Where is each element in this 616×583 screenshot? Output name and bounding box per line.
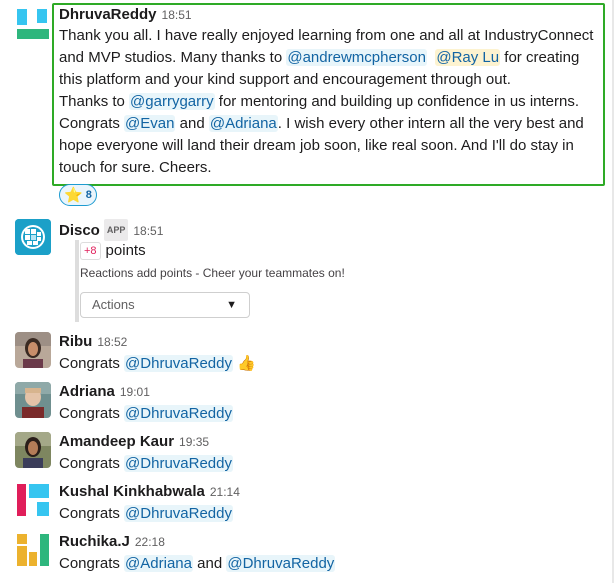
author-name[interactable]: Ribu xyxy=(59,333,92,350)
timestamp[interactable]: 22:18 xyxy=(135,535,165,549)
timestamp[interactable]: 18:52 xyxy=(97,335,127,349)
timestamp[interactable]: 19:35 xyxy=(179,435,209,449)
avatar[interactable] xyxy=(15,382,51,418)
avatar[interactable] xyxy=(15,219,51,255)
message-text: Congrats @DhruvaReddy xyxy=(59,405,233,422)
points-label: points xyxy=(105,242,146,259)
mention-garrygarry[interactable]: @garrygarry xyxy=(129,93,215,110)
reaction-star[interactable]: ⭐ 8 xyxy=(59,184,97,206)
mention-andrewmcpherson[interactable]: @andrewmcpherson xyxy=(286,49,427,66)
mention-dhruvareddy[interactable]: @DhruvaReddy xyxy=(124,405,233,422)
points-badge: +8 xyxy=(80,242,101,260)
mention-dhruvareddy[interactable]: @DhruvaReddy xyxy=(124,455,233,472)
thumbs-up-icon: 👍 xyxy=(237,355,256,372)
actions-label: Actions xyxy=(92,297,135,312)
scrollbar-track[interactable] xyxy=(612,0,614,583)
disco-subtext: Reactions add points - Cheer your teamma… xyxy=(80,266,345,280)
author-name[interactable]: Amandeep Kaur xyxy=(59,433,174,450)
timestamp[interactable]: 18:51 xyxy=(162,8,192,22)
mention-dhruvareddy[interactable]: @DhruvaReddy xyxy=(124,355,233,372)
mention-adriana[interactable]: @Adriana xyxy=(208,115,278,132)
message-text: Thank you all. I have really enjoyed lea… xyxy=(59,27,594,176)
mention-dhruvareddy[interactable]: @DhruvaReddy xyxy=(124,505,233,522)
avatar[interactable] xyxy=(15,432,51,468)
star-icon: ⭐ xyxy=(64,186,83,204)
points-row: +8 points xyxy=(80,241,146,261)
message-text: Congrats @DhruvaReddy 👍 xyxy=(59,355,256,372)
reaction-count: 8 xyxy=(85,189,92,201)
actions-dropdown[interactable]: Actions ▼ xyxy=(80,292,250,318)
message-text: Congrats @DhruvaReddy xyxy=(59,505,233,522)
timestamp[interactable]: 18:51 xyxy=(133,224,163,238)
app-badge: APP xyxy=(103,219,129,241)
avatar[interactable] xyxy=(15,5,51,41)
mention-adriana[interactable]: @Adriana xyxy=(124,555,193,572)
avatar[interactable] xyxy=(15,532,51,568)
message-text: Congrats @DhruvaReddy xyxy=(59,455,233,472)
timestamp[interactable]: 21:14 xyxy=(210,485,240,499)
mention-dhruvareddy[interactable]: @DhruvaReddy xyxy=(226,555,336,572)
timestamp[interactable]: 19:01 xyxy=(120,385,150,399)
author-name[interactable]: Ruchika.J xyxy=(59,533,130,550)
author-name[interactable]: Kushal Kinkhabwala xyxy=(59,483,205,500)
mention-evan[interactable]: @Evan xyxy=(124,115,176,132)
message-text: Congrats @Adriana and @DhruvaReddy xyxy=(59,555,336,572)
mention-ray-lu[interactable]: @Ray Lu xyxy=(435,49,501,66)
author-name[interactable]: Adriana xyxy=(59,383,115,400)
chevron-down-icon: ▼ xyxy=(226,299,237,311)
avatar[interactable] xyxy=(15,482,51,518)
author-name[interactable]: DhruvaReddy xyxy=(59,6,157,23)
attachment-bar xyxy=(75,240,79,322)
author-name[interactable]: Disco xyxy=(59,222,100,239)
avatar[interactable] xyxy=(15,332,51,368)
